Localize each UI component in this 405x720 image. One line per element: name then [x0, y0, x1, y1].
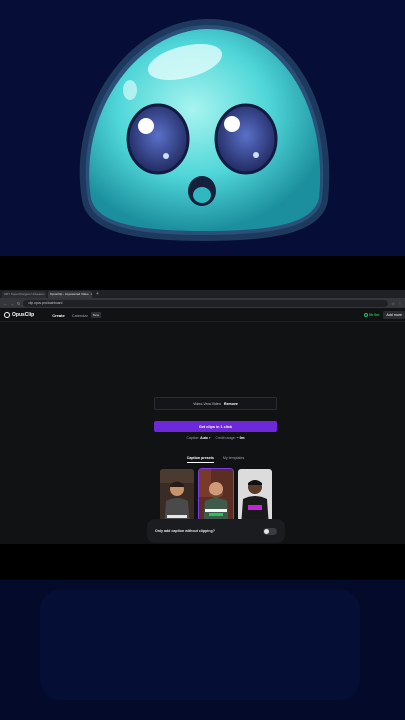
- toggle-knob: [264, 528, 269, 534]
- caption-option[interactable]: Caption: Auto ▾: [187, 436, 211, 440]
- reload-icon[interactable]: ↻: [17, 301, 20, 306]
- caption-tabs: Caption presets My templates: [154, 456, 277, 463]
- menu-icon[interactable]: ⋮: [398, 301, 402, 306]
- tab-caption-presets[interactable]: Caption presets: [186, 456, 214, 463]
- app-header: OpusClip Create Calendar Beta 0h 0m Add …: [0, 309, 405, 322]
- clock-icon: [364, 313, 369, 317]
- credits-display[interactable]: 0h 0m: [364, 313, 379, 317]
- browser-window: ARY Superchargers Unbeaten × OpusClip - …: [0, 290, 405, 544]
- beta-badge: Beta: [90, 312, 102, 318]
- logo[interactable]: OpusClip: [4, 312, 34, 318]
- forward-icon[interactable]: →: [10, 301, 14, 306]
- tab-title: OpusClip - AI-powered Video: [50, 291, 89, 296]
- url-field[interactable]: clip.opus.pro/dashboard: [23, 299, 389, 307]
- nav-create[interactable]: Create: [52, 313, 64, 318]
- add-more-button[interactable]: Add more: [383, 311, 405, 319]
- slime-mascot-image: [79, 18, 330, 242]
- close-icon[interactable]: ×: [91, 291, 92, 298]
- get-clips-button[interactable]: Get clips in 1 click: [154, 421, 277, 432]
- star-icon[interactable]: ☆: [391, 301, 395, 306]
- main-nav: Create Calendar Beta: [52, 312, 102, 318]
- video-link-value: Video-Vera.Video: [193, 401, 221, 406]
- caption-only-toggle[interactable]: [263, 527, 277, 535]
- tab-strip: ARY Superchargers Unbeaten × OpusClip - …: [0, 290, 405, 298]
- clip-options: Caption: Auto ▾ Credit usage: ~ 0m: [154, 436, 277, 440]
- letterbox-top: [0, 256, 405, 290]
- browser-tab[interactable]: ARY Superchargers Unbeaten ×: [2, 290, 46, 298]
- credits-value: 0h 0m: [369, 313, 380, 317]
- mascot-area: [0, 0, 405, 256]
- bottom-blur-panel: [40, 590, 360, 700]
- tab-title: ARY Superchargers Unbeaten: [4, 291, 45, 296]
- caption-only-label: Only add caption without clipping?: [155, 529, 215, 533]
- video-link-input[interactable]: Video-Vera.Video Remove: [154, 397, 277, 410]
- bottom-area: [0, 580, 405, 720]
- tab-my-templates[interactable]: My templates: [223, 456, 244, 463]
- remove-link-button[interactable]: Remove: [224, 402, 238, 406]
- letterbox-bottom: [0, 544, 405, 580]
- address-bar: ← → ↻ clip.opus.pro/dashboard ☆ ⋮: [0, 298, 405, 308]
- caption-only-row: Only add caption without clipping?: [147, 519, 285, 543]
- logo-text: OpusClip: [12, 312, 35, 318]
- header-right: 0h 0m Add more: [364, 311, 405, 319]
- logo-icon: [4, 312, 10, 318]
- browser-tab-active[interactable]: OpusClip - AI-powered Video ×: [48, 290, 92, 298]
- main-content: Video-Vera.Video Remove Get clips in 1 c…: [0, 322, 405, 544]
- screen: ARY Superchargers Unbeaten × OpusClip - …: [0, 0, 405, 720]
- new-tab-button[interactable]: +: [94, 291, 99, 297]
- credit-usage: Credit usage: ~ 0m: [215, 436, 245, 440]
- chevron-down-icon: ▾: [208, 436, 211, 440]
- back-icon[interactable]: ←: [3, 301, 7, 306]
- nav-calendar[interactable]: Calendar: [72, 313, 88, 318]
